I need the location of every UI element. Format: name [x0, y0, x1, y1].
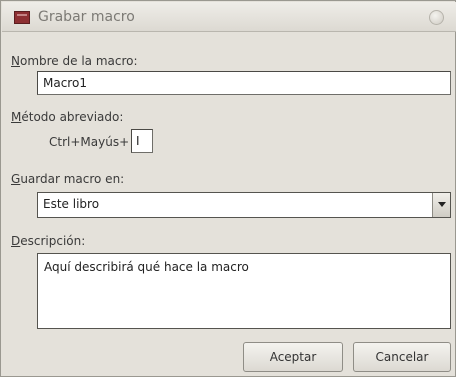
store-in-label-text: uardar macro en:: [20, 172, 125, 186]
description-value: Aquí describirá qué hace la macro: [44, 260, 249, 274]
shortcut-label: Método abreviado:: [11, 109, 123, 125]
accept-button[interactable]: Aceptar: [243, 342, 343, 372]
store-in-label: Guardar macro en:: [11, 171, 124, 187]
store-in-select[interactable]: Este libro: [37, 192, 451, 218]
shortcut-label-text: étodo abreviado:: [21, 110, 124, 124]
description-label-text: escripción:: [20, 234, 86, 248]
store-in-selected-value: Este libro: [43, 197, 100, 211]
window-title: Grabar macro: [38, 9, 135, 25]
description-textarea[interactable]: Aquí describirá qué hace la macro: [37, 253, 451, 329]
title-bar[interactable]: Grabar macro: [2, 2, 456, 32]
macro-name-input[interactable]: Macro1: [37, 71, 451, 95]
record-macro-dialog: Grabar macro Nombre de la macro: Macro1 …: [0, 0, 456, 377]
close-icon[interactable]: [429, 10, 444, 25]
shortcut-label-mnemonic: M: [11, 110, 22, 124]
shortcut-key-input[interactable]: I: [131, 129, 153, 153]
chevron-down-icon[interactable]: [432, 193, 450, 217]
macro-name-label: Nombre de la macro:: [11, 53, 138, 69]
cancel-button[interactable]: Cancelar: [353, 342, 451, 372]
store-in-label-mnemonic: G: [11, 172, 21, 186]
macro-name-label-text: ombre de la macro:: [19, 54, 138, 68]
description-label-mnemonic: D: [11, 234, 21, 248]
shortcut-key-value: I: [136, 134, 140, 148]
shortcut-prefix: Ctrl+Mayús+: [49, 135, 130, 149]
macro-name-label-mnemonic: N: [11, 54, 20, 68]
macro-name-value: Macro1: [43, 76, 87, 90]
macro-record-icon: [14, 11, 30, 24]
description-label: Descripción:: [11, 233, 85, 249]
